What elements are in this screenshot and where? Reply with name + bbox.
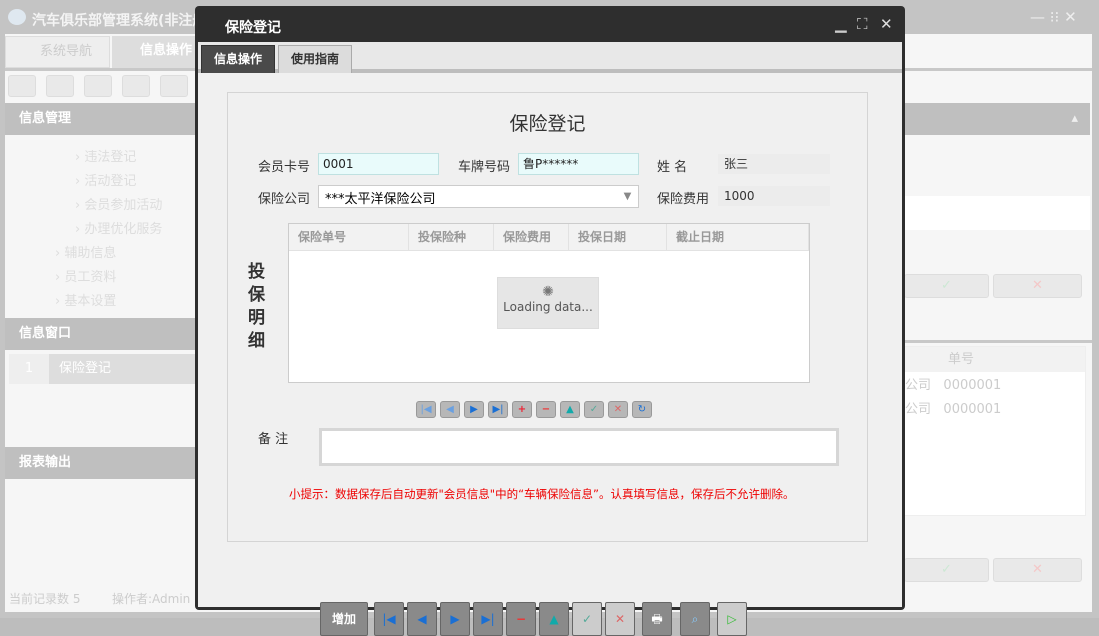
remark-input[interactable] (319, 428, 839, 466)
fee-field: 1000 (718, 186, 830, 206)
insurance-detail-grid[interactable]: 保险单号 投保险种 保险费用 投保日期 截止日期 ✺ Loading data.… (288, 223, 810, 383)
nav-tree[interactable]: › 违法登记 › 活动登记 › 会员参加活动 › 办理优化服务 › 辅助信息 ›… (40, 146, 162, 314)
section-info-window[interactable]: 信息窗口 (5, 318, 195, 350)
tree-item[interactable]: 违法登记 (84, 150, 136, 165)
app-toolbar[interactable] (8, 75, 188, 99)
close-icon[interactable]: ✕ (880, 15, 893, 33)
company-label: 保险公司 (258, 188, 310, 207)
status-operator: 操作者:Admin (112, 590, 190, 607)
right-grid[interactable]: 单号 公司 0000001 公司 0000001 (904, 346, 1086, 516)
section-info-management[interactable]: 信息管理 (5, 103, 195, 135)
run-icon[interactable]: ▷ (717, 602, 747, 636)
collapse-icon[interactable]: ▴ (904, 103, 1090, 135)
minimize-icon[interactable]: ▁ (835, 15, 847, 33)
edit-row-icon[interactable]: ▲ (560, 401, 580, 418)
column-header[interactable]: 投保日期 (569, 224, 667, 251)
column-header[interactable]: 截止日期 (667, 224, 809, 251)
column-header[interactable]: 保险单号 (289, 224, 409, 251)
plate-input[interactable]: 鲁P****** (518, 153, 639, 175)
tab-user-guide[interactable]: 使用指南 (278, 45, 352, 73)
window-list-index: 1 (9, 354, 49, 384)
cancel-button[interactable]: ✕ (993, 274, 1082, 298)
window-list-item[interactable]: 保险登记 (49, 354, 195, 384)
form-panel: 保险登记 会员卡号 0001 车牌号码 鲁P****** 姓 名 张三 保险公司… (227, 92, 868, 542)
app-title: 汽车俱乐部管理系统(非注册 (32, 10, 206, 30)
cancel-row-icon[interactable]: ✕ (608, 401, 628, 418)
confirm-button[interactable]: ✓ (904, 558, 989, 582)
first-button[interactable]: |◀ (374, 602, 404, 636)
next-record-icon[interactable]: ▶ (464, 401, 484, 418)
grid-header: 单号 (905, 347, 1085, 372)
delete-button[interactable]: − (506, 602, 536, 636)
chevron-down-icon[interactable]: ▼ (617, 186, 638, 207)
company-select[interactable]: ***太平洋保险公司 ▼ (318, 185, 639, 208)
refresh-icon[interactable]: ↻ (632, 401, 652, 418)
grid-cell: 公司 (905, 378, 931, 393)
detail-label: 投保明细 (248, 261, 268, 353)
name-field: 张三 (718, 154, 830, 174)
member-card-label: 会员卡号 (258, 156, 310, 175)
grid-cell: 公司 (905, 402, 931, 417)
save-button[interactable]: ✓ (572, 602, 602, 636)
form-heading: 保险登记 (228, 109, 867, 136)
add-button[interactable]: 增加 (320, 602, 368, 636)
prev-button[interactable]: ◀ (407, 602, 437, 636)
next-button[interactable]: ▶ (440, 602, 470, 636)
tab-info-ops[interactable]: 信息操作 (112, 36, 202, 68)
app-window-controls[interactable]: — ⁝⁝ ✕ (1030, 8, 1077, 26)
preview-icon[interactable]: ⌕ (680, 602, 710, 636)
edit-button[interactable]: ▲ (539, 602, 569, 636)
member-card-input[interactable]: 0001 (318, 153, 439, 175)
confirm-button[interactable]: ✓ (904, 274, 989, 298)
spinner-icon: ✺ (498, 284, 598, 300)
column-header[interactable]: 投保险种 (409, 224, 494, 251)
remark-label: 备 注 (258, 428, 288, 447)
print-icon[interactable]: 🖶 (642, 602, 672, 636)
prev-record-icon[interactable]: ◀ (440, 401, 460, 418)
save-row-icon[interactable]: ✓ (584, 401, 604, 418)
tree-item[interactable]: 辅助信息 (64, 246, 116, 261)
tree-item[interactable]: 办理优化服务 (84, 222, 162, 237)
fee-label: 保险费用 (657, 188, 709, 207)
company-value: ***太平洋保险公司 (325, 188, 436, 207)
loading-indicator: ✺ Loading data... (497, 277, 599, 329)
plate-label: 车牌号码 (458, 156, 510, 175)
section-report[interactable]: 报表输出 (5, 447, 195, 479)
cancel-button[interactable]: ✕ (993, 558, 1082, 582)
tree-item[interactable]: 会员参加活动 (84, 198, 162, 213)
add-row-icon[interactable]: + (512, 401, 532, 418)
tip-text: 小提示：数据保存后自动更新"会员信息"中的“车辆保险信息”。认真填写信息，保存后… (289, 486, 795, 502)
status-records: 当前记录数 5 (9, 590, 80, 607)
tree-item[interactable]: 活动登记 (84, 174, 136, 189)
grid-cell: 0000001 (943, 378, 1001, 393)
grid-cell: 0000001 (943, 402, 1001, 417)
dialog-title: 保险登记 (225, 17, 281, 37)
tab-system-nav[interactable]: 系统导航 (5, 36, 110, 68)
tab-info-ops[interactable]: 信息操作 (201, 45, 275, 73)
delete-row-icon[interactable]: − (536, 401, 556, 418)
last-button[interactable]: ▶| (473, 602, 503, 636)
column-header[interactable]: 保险费用 (494, 224, 569, 251)
app-logo-icon (8, 9, 26, 25)
tree-item[interactable]: 基本设置 (64, 294, 116, 309)
maximize-icon[interactable]: ⛶ (857, 15, 868, 33)
cancel-button[interactable]: ✕ (605, 602, 635, 636)
name-label: 姓 名 (657, 156, 687, 175)
tree-item[interactable]: 员工资料 (64, 270, 116, 285)
insurance-dialog: 保险登记 ▁ ⛶ ✕ 信息操作 使用指南 保险登记 会员卡号 0001 车牌号码… (195, 6, 905, 610)
last-record-icon[interactable]: ▶| (488, 401, 508, 418)
loading-text: Loading data... (498, 300, 598, 314)
first-record-icon[interactable]: |◀ (416, 401, 436, 418)
